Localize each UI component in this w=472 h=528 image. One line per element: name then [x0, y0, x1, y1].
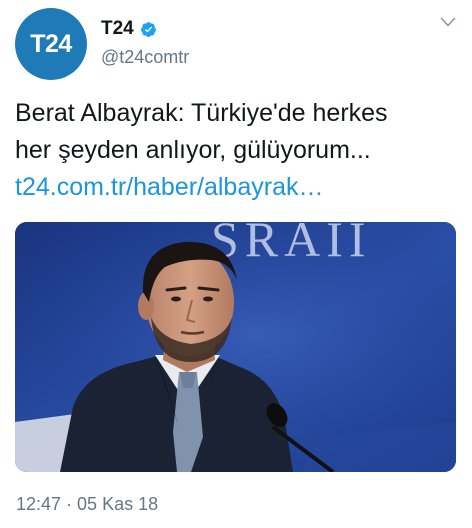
chevron-down-icon[interactable] — [440, 16, 456, 28]
display-name[interactable]: T24 — [101, 18, 134, 40]
tweet-text: Berat Albayrak: Türkiye'de herkes her şe… — [15, 95, 460, 206]
tweet-photo[interactable]: SRAII — [15, 222, 456, 472]
tweet-text-line-2: her şeyden anlıyor, gülüyorum... — [15, 136, 371, 164]
name-row: T24 — [101, 17, 189, 41]
tweet-header: T24 T24 @t24comtr — [15, 8, 460, 80]
user-info[interactable]: T24 @t24comtr — [101, 17, 189, 68]
avatar[interactable]: T24 — [15, 8, 87, 80]
tweet-link[interactable]: t24.com.tr/haber/albayrak… — [15, 169, 460, 206]
avatar-text: T24 — [30, 29, 72, 58]
tweet-text-line-1: Berat Albayrak: Türkiye'de herkes — [15, 99, 388, 127]
backdrop-text: SRAII — [211, 222, 372, 267]
verified-badge-icon — [140, 21, 156, 37]
tweet-card[interactable]: T24 T24 @t24comtr Berat Albayrak: Türkiy… — [0, 0, 472, 528]
tweet-timestamp[interactable]: 12:47 · 05 Kas 18 — [16, 494, 158, 515]
handle[interactable]: @t24comtr — [101, 47, 189, 68]
photo-illustration: SRAII — [15, 222, 456, 472]
